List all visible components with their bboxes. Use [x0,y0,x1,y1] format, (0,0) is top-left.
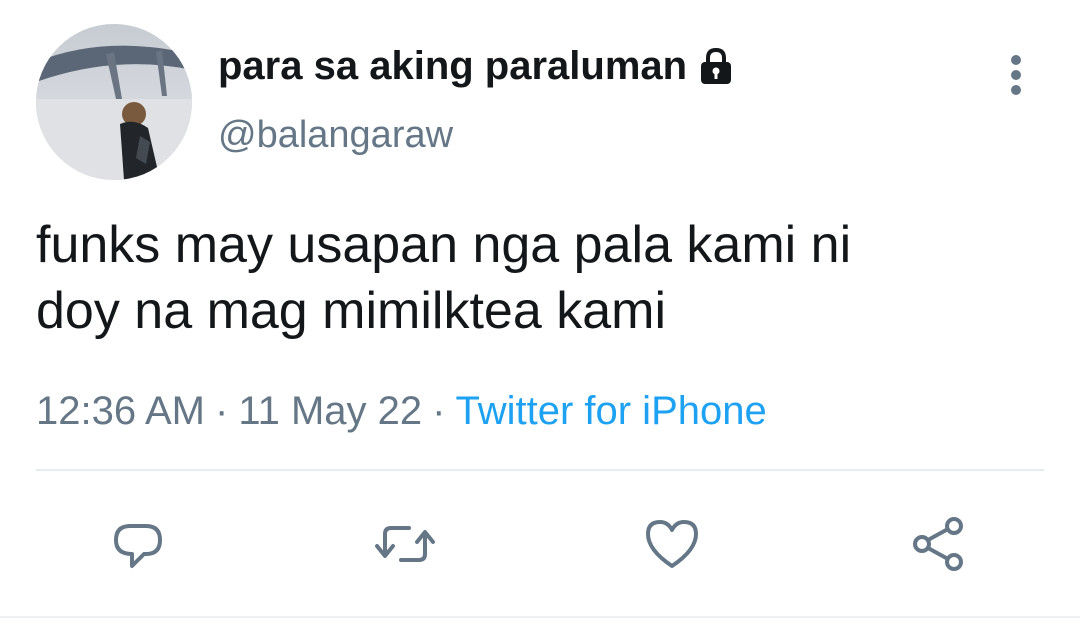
tweet-source-link[interactable]: Twitter for iPhone [455,389,766,433]
lock-icon [701,47,732,84]
tweet-date: 11 May 22 [238,389,423,433]
tweet-text-line: funks may usapan nga pala kami ni [36,216,852,274]
share-button[interactable] [906,512,970,576]
avatar-photo [36,24,192,180]
tweet-time: 12:36 AM [36,389,206,433]
user-handle[interactable]: @balangaraw [218,112,453,158]
meta-separator: · [432,389,446,433]
avatar[interactable] [36,24,192,180]
bottom-divider [0,616,1080,618]
retweet-icon [375,526,435,562]
retweet-button[interactable] [373,512,437,576]
reply-icon [114,524,162,568]
like-button[interactable] [640,512,704,576]
tweet-text-line: doy na mag mimilktea kami [36,282,666,340]
more-vertical-icon[interactable] [996,52,1036,98]
heart-icon [646,520,698,568]
reply-button[interactable] [106,512,170,576]
display-name-text: para sa aking paraluman [218,44,688,88]
meta-separator: · [215,389,229,433]
share-icon [913,517,963,571]
tweet-text: funks may usapan nga pala kami ni doy na… [36,212,1036,344]
tweet-meta: 12:36 AM · 11 May 22 · Twitter for iPhone [36,386,767,436]
display-name[interactable]: para sa aking paraluman [218,42,735,90]
divider [36,469,1044,471]
